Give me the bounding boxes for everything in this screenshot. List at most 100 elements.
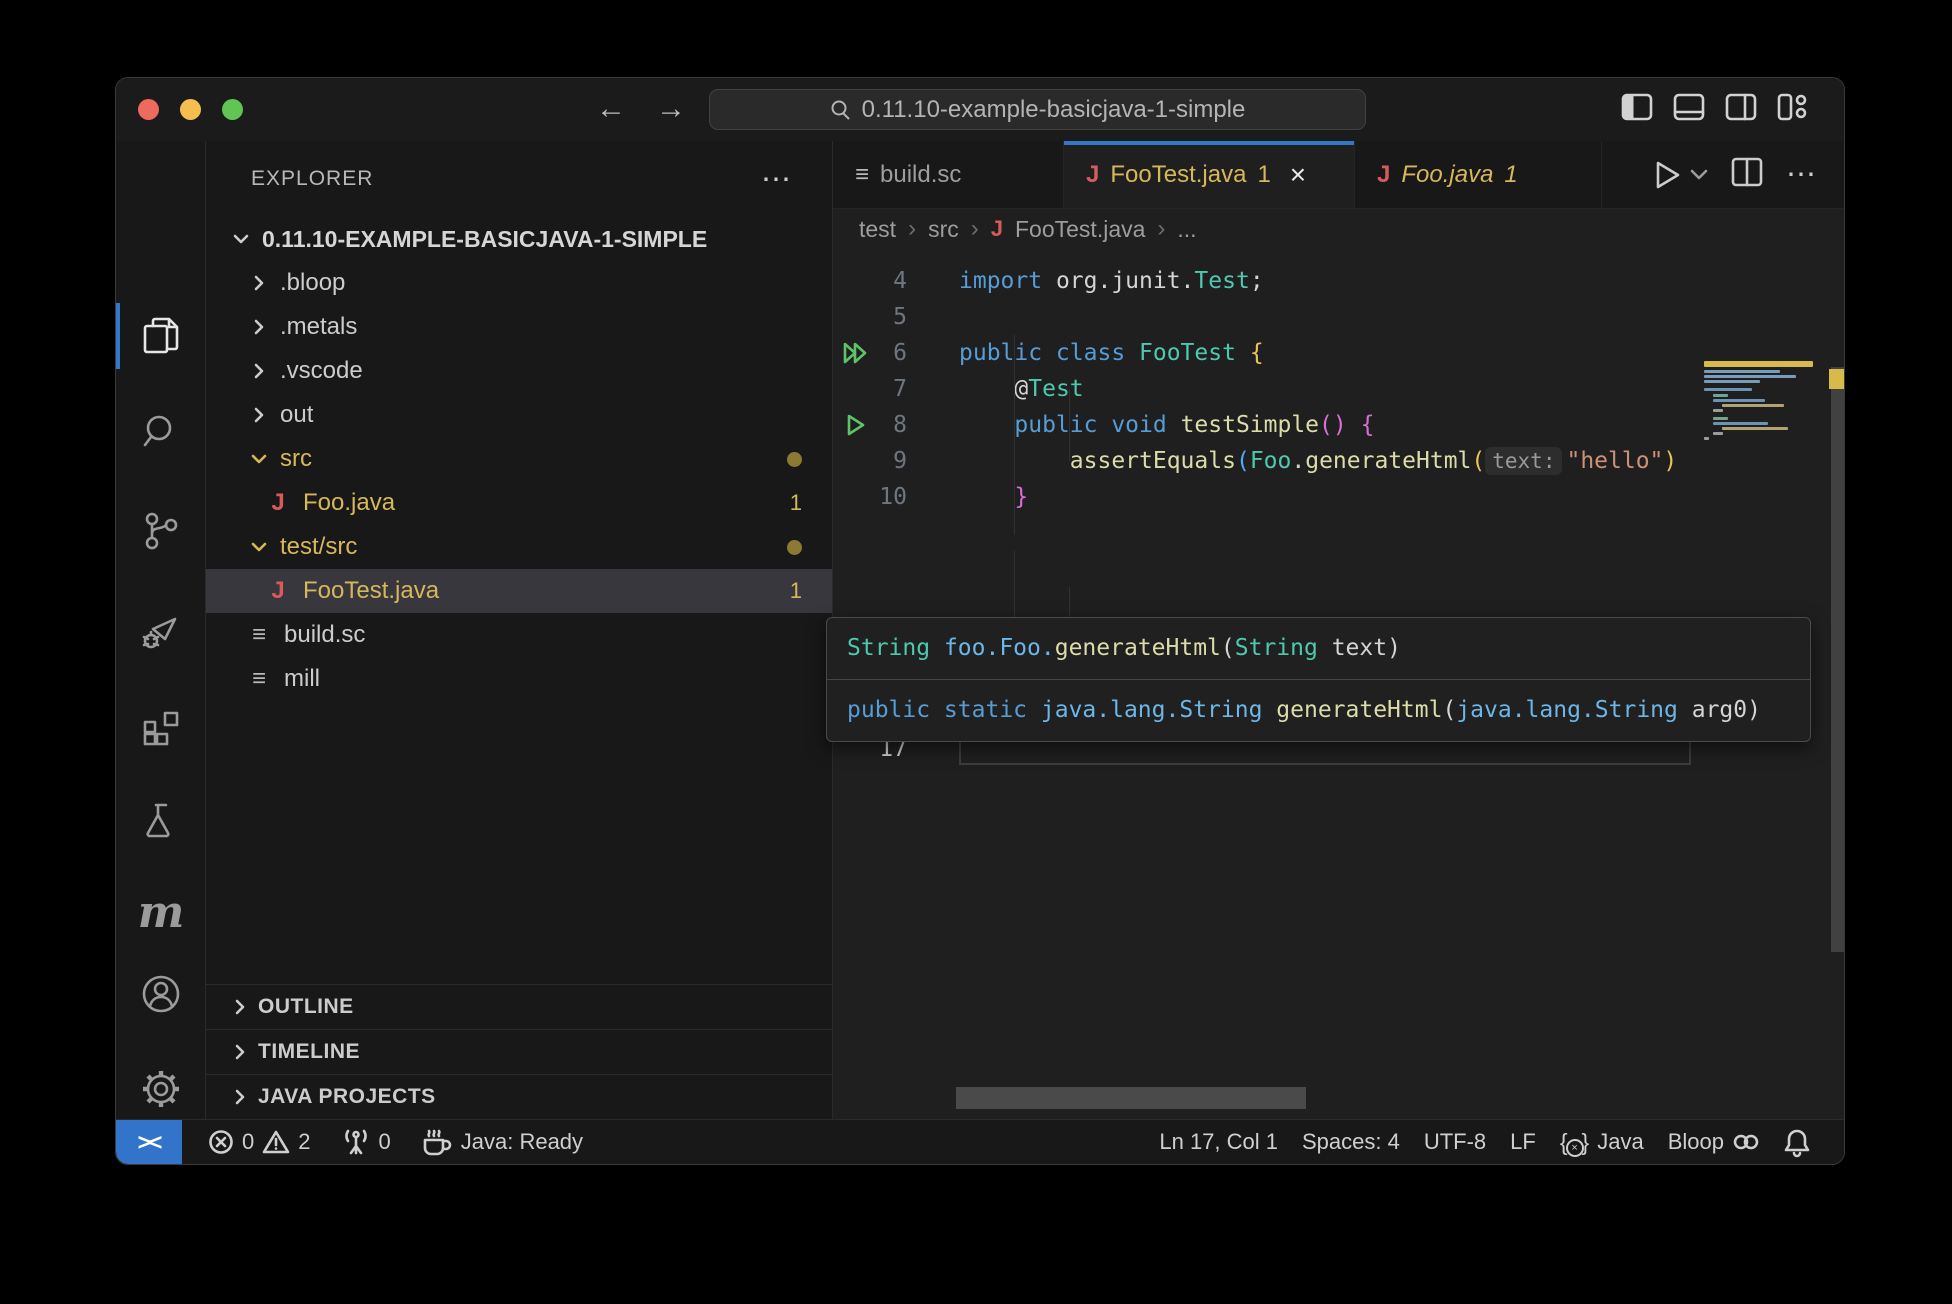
braces-icon: {×} [1560,1129,1589,1156]
chevron-down-icon [246,451,272,467]
tab-foo-java[interactable]: JFoo.java1 [1355,141,1602,208]
tree-item-metals[interactable]: .metals [206,305,832,349]
explorer-more-icon[interactable]: ⋯ [761,162,792,197]
chevron-down-icon [228,231,254,247]
status-eol[interactable]: LF [1498,1120,1548,1164]
status-java-status[interactable]: Java: Ready [409,1120,595,1164]
status-ports[interactable]: 0 [329,1120,403,1164]
line-number: 5 [833,299,907,335]
code-token: ; [1250,268,1264,294]
tree-item-footest-java[interactable]: JFooTest.java1 [206,569,832,613]
command-center-search[interactable]: 0.11.10-example-basicjava-1-simple [709,89,1366,130]
title-bar: ← → 0.11.10-example-basicjava-1-simple [116,78,1844,141]
status-bloop[interactable]: Bloop [1656,1120,1772,1164]
code-line-9[interactable]: 9 assertEquals(Foo.generateHtml(text:"he… [833,443,1844,479]
code-line-5[interactable]: 5 [833,299,1844,335]
tree-item-bloop[interactable]: .bloop [206,261,832,305]
tree-item-label: FooTest.java [303,577,439,605]
code-line-7[interactable]: 7 @Test [833,371,1844,407]
tree-item-foo-java[interactable]: JFoo.java1 [206,481,832,525]
tree-root-label: 0.11.10-EXAMPLE-BASICJAVA-1-SIMPLE [262,226,707,253]
tree-item-src[interactable]: src [206,437,832,481]
layout-grid-icon[interactable] [1778,94,1808,120]
java-file-icon: J [265,577,291,605]
code-token [959,412,1014,438]
chevron-right-icon [246,319,272,335]
code-line-8[interactable]: 8 public void testSimple() { [833,407,1844,443]
breadcrumb-item-[interactable]: ... [1177,216,1196,243]
back-icon[interactable]: ← [596,92,626,126]
modified-dot-badge [787,452,802,467]
status-indentation[interactable]: Spaces: 4 [1290,1120,1412,1164]
tree-item-out[interactable]: out [206,393,832,437]
status-problems[interactable]: 02 [196,1120,323,1164]
activity-test-beaker-icon[interactable] [116,774,206,864]
breadcrumb-item-test[interactable]: test [859,216,896,243]
panel-right-icon[interactable] [1726,94,1756,120]
section-java-projects[interactable]: JAVA PROJECTS [206,1074,832,1119]
active-indicator [116,303,120,369]
tab-footest-java[interactable]: JFooTest.java1× [1064,141,1355,208]
run-button[interactable] [1652,159,1708,191]
code-editor[interactable]: String foo.Foo.generateHtml(String text)… [833,249,1844,1119]
activity-metals-icon[interactable]: m [116,868,206,958]
java-file-icon: J [265,489,291,517]
tab-build-sc[interactable]: ≡build.sc [833,141,1064,208]
activity-account-icon[interactable] [116,949,206,1039]
activity-extensions-icon[interactable] [116,682,206,772]
horizontal-scrollbar[interactable] [956,1087,1306,1109]
activity-files-icon[interactable] [116,291,206,381]
code-token: public void [1014,412,1180,438]
status-label: 0 [379,1129,391,1155]
code-token: public class [959,340,1139,366]
forward-icon[interactable]: → [656,92,686,126]
status-notifications[interactable] [1772,1120,1822,1164]
tree-item-build-sc[interactable]: ≡build.sc [206,613,832,657]
more-actions-icon[interactable]: ⋯ [1786,157,1816,192]
tree-item-vscode[interactable]: .vscode [206,349,832,393]
breadcrumb-item-footest-java[interactable]: FooTest.java [1015,216,1145,243]
panel-bottom-icon[interactable] [1674,94,1704,120]
activity-run-debug-icon[interactable] [116,586,206,676]
chevron-right-icon [232,1044,248,1060]
code-line-12[interactable] [833,551,1844,587]
status-language-status[interactable]: {×}Java [1548,1120,1656,1164]
status-label: LF [1510,1129,1536,1155]
close-window-button[interactable] [138,99,159,120]
code-token [959,484,1014,510]
tree-item-test-src[interactable]: test/src [206,525,832,569]
tree-root[interactable]: 0.11.10-EXAMPLE-BASICJAVA-1-SIMPLE [206,217,832,261]
overview-ruler-marker [1829,369,1845,389]
code-line-4[interactable]: 4import org.junit.Test; [833,263,1844,299]
section-timeline[interactable]: TIMELINE [206,1029,832,1074]
chevron-right-icon [246,275,272,291]
breadcrumb-item-src[interactable]: src [928,216,959,243]
activity-bar: m [116,141,206,1119]
link-icon [1732,1132,1760,1152]
breadcrumb: test›src›JFooTest.java›... [833,209,1844,249]
tab-label: build.sc [880,161,961,189]
activity-search-icon[interactable] [116,386,206,476]
warning-icon [262,1129,290,1155]
hover-signature: public static java.lang.String generateH… [827,679,1810,741]
activity-gear-icon[interactable] [116,1044,206,1134]
code-line-11[interactable] [833,515,1844,551]
section-outline[interactable]: OUTLINE [206,984,832,1029]
chevron-right-icon [246,407,272,423]
tree-item-label: build.sc [284,621,365,649]
code-line-10[interactable]: 10 } [833,479,1844,515]
activity-source-control-icon[interactable] [116,486,206,576]
maximize-window-button[interactable] [222,99,243,120]
close-icon[interactable]: × [1290,159,1306,191]
status-cursor-position[interactable]: Ln 17, Col 1 [1147,1120,1290,1164]
code-line-6[interactable]: 6public class FooTest { [833,335,1844,371]
panel-left-icon[interactable] [1622,94,1652,120]
status-encoding[interactable]: UTF-8 [1412,1120,1498,1164]
minimize-window-button[interactable] [180,99,201,120]
tree-item-mill[interactable]: ≡mill [206,657,832,701]
split-editor-button[interactable] [1732,158,1762,191]
status-label: Bloop [1668,1129,1724,1155]
tree-item-label: test/src [280,533,357,561]
chevron-right-icon [232,999,248,1015]
ports-icon [341,1129,371,1155]
